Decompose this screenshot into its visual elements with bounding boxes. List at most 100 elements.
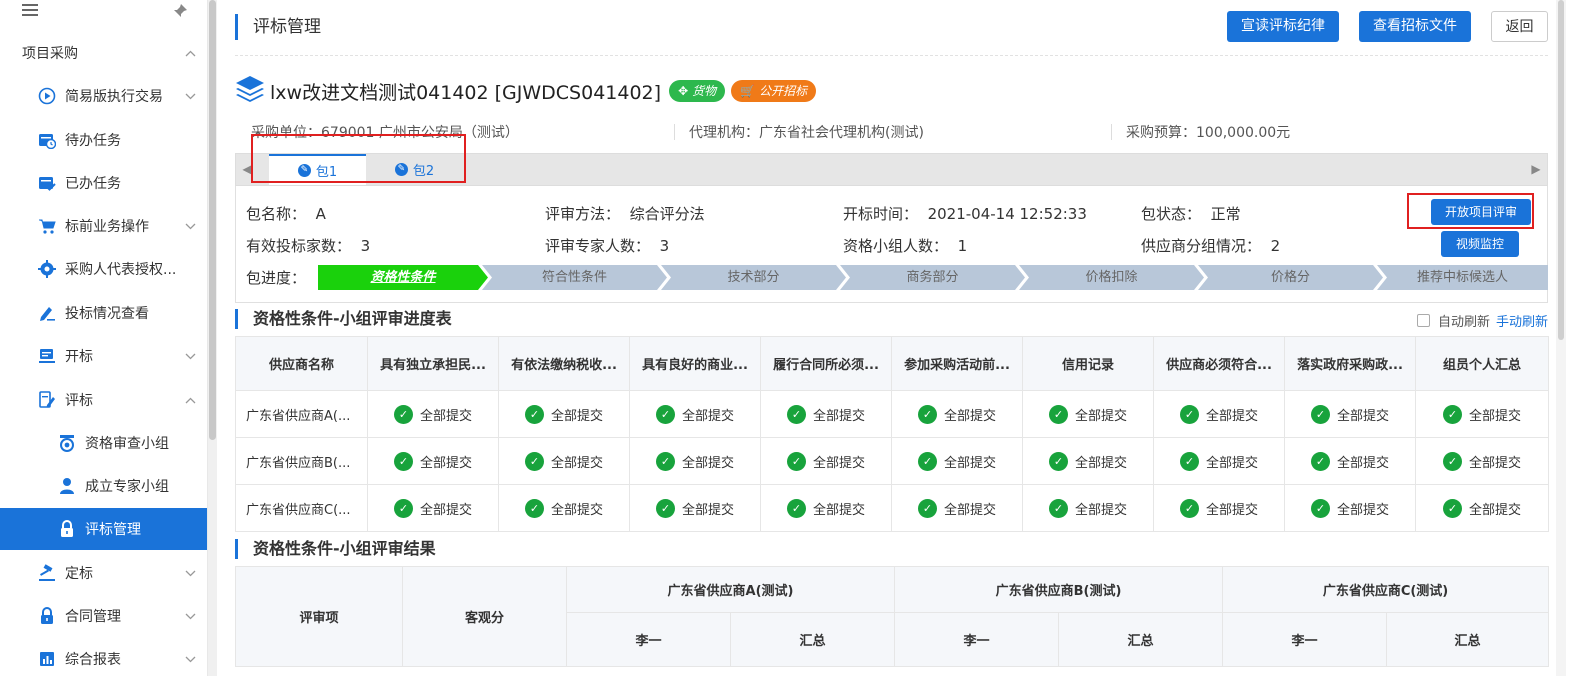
step-3[interactable]: 技术部分 [661,265,846,290]
package-status-value: 正常 [1210,205,1241,223]
sidebar-item-3[interactable]: 已办任务 [0,162,207,204]
sidebar-item-14[interactable]: 综合报表 [0,638,207,676]
back-button[interactable]: 返回 [1491,11,1548,42]
chevron-down-icon[interactable] [185,566,196,580]
check-circle-icon: ✓ [917,404,937,424]
manual-refresh-link[interactable]: 手动刷新 [1496,311,1548,330]
step-4[interactable]: 商务部分 [840,265,1025,290]
progress-col-header: 参加采购活动前... [891,336,1023,391]
status-badge: ✓ 全部提交 [917,404,996,424]
open-time-label: 开标时间： [843,205,919,223]
sidebar-scrollbar[interactable] [208,0,217,676]
review-method: 评审方法： 综合评分法 [545,203,705,224]
status-cell: ✓ 全部提交 [629,484,761,532]
sidebar-item-6[interactable]: 投标情况查看 [0,292,207,334]
progress-col-header: 落实政府采购政... [1284,336,1416,391]
sidebar-item-8[interactable]: 评标 [0,379,207,421]
status-cell: ✓ 全部提交 [1284,437,1416,485]
sidebar-top [0,0,207,26]
check-circle-icon: ✓ [917,451,937,471]
package-info-panel: 包名称： A 评审方法： 综合评分法 开标时间： 2021-04-14 12:5… [235,186,1548,303]
status-cell: ✓ 全部提交 [891,390,1023,438]
step-6[interactable]: 价格分 [1198,265,1383,290]
check-circle-icon: ✓ [1310,498,1330,518]
sidebar-item-0[interactable]: 项目采购 [0,32,207,74]
supplier-grouping-label: 供应商分组情况： [1141,237,1262,255]
status-text: 全部提交 [943,408,996,424]
goods-badge-label: 货物 [692,84,717,98]
status-text: 全部提交 [943,502,996,518]
status-cell: ✓ 全部提交 [367,437,499,485]
cart-icon: 🛒 [740,84,756,98]
public-bid-badge: 🛒 公开招标 [731,80,817,102]
auto-refresh-checkbox[interactable] [1416,313,1430,327]
step-2[interactable]: 符合性条件 [482,265,667,290]
sidebar-item-label: 待办任务 [65,133,121,149]
chevron-down-icon[interactable] [185,609,196,623]
sidebar-item-12[interactable]: 定标 [0,552,207,594]
step-5[interactable]: 价格扣除 [1019,265,1204,290]
check-circle-icon: ✓ [393,451,413,471]
view-tender-doc-button[interactable]: 查看招标文件 [1359,11,1471,42]
sidebar-item-9[interactable]: 资格审查小组 [0,422,207,464]
result-sub-member: 李一 [566,612,731,667]
status-cell: ✓ 全部提交 [760,437,892,485]
status-cell: ✓ 全部提交 [1415,390,1549,438]
status-cell: ✓ 全部提交 [760,484,892,532]
sidebar-item-2[interactable]: 待办任务 [0,119,207,161]
chevron-down-icon[interactable] [185,219,196,233]
step-7[interactable]: 推荐中标候选人 [1377,265,1548,290]
step-1[interactable]: 资格性条件 [318,265,488,290]
chevron-down-icon[interactable] [185,89,196,103]
check-circle-icon: ✓ [1442,451,1462,471]
sidebar-item-label: 资格审查小组 [85,436,169,452]
status-cell: ✓ 全部提交 [1153,484,1285,532]
status-text: 全部提交 [1336,502,1389,518]
progress-col-header: 有依法缴纳税收... [498,336,630,391]
main-scrollbar-thumb[interactable] [1558,0,1564,340]
status-cell: ✓ 全部提交 [891,484,1023,532]
sidebar-item-11[interactable]: 评标管理 [0,508,207,550]
qual-group-count: 资格小组人数： 1 [843,235,967,256]
package-status: 包状态： 正常 [1141,203,1241,224]
chevron-up-icon[interactable] [185,393,196,407]
cart-icon [38,217,56,235]
sidebar-item-1[interactable]: 简易版执行交易 [0,75,207,117]
sidebar-item-4[interactable]: 标前业务操作 [0,205,207,247]
supplier-name-cell: 广东省供应商B(... [235,437,368,485]
status-cell: ✓ 全部提交 [760,390,892,438]
chevron-up-icon[interactable] [185,46,196,60]
monitor-icon [38,347,56,365]
chevron-down-icon[interactable] [185,652,196,666]
sidebar-item-10[interactable]: 成立专家小组 [0,465,207,507]
check-circle-icon: ✓ [393,498,413,518]
status-badge: ✓ 全部提交 [1310,498,1389,518]
tab-scroll-right-icon[interactable]: ▶ [1525,154,1547,185]
status-badge: ✓ 全部提交 [786,451,865,471]
menu-icon[interactable] [22,3,38,21]
progress-col-header: 履行合同所必须... [760,336,892,391]
status-badge: ✓ 全部提交 [1442,404,1521,424]
valid-bidders-label: 有效投标家数： [246,237,352,255]
table-row: 广东省供应商B(... ✓ 全部提交 ✓ 全部提交 ✓ 全部提交 ✓ 全部提交 ✓ 全部提交 ✓ 全部提… [235,437,1549,485]
status-cell: ✓ 全部提交 [1415,484,1549,532]
status-text: 全部提交 [1468,502,1521,518]
sidebar-item-5[interactable]: 采购人代表授权... [0,248,207,290]
sidebar-item-7[interactable]: 开标 [0,335,207,377]
sidebar-item-13[interactable]: 合同管理 [0,595,207,637]
check-circle-icon: ✓ [655,498,675,518]
chevron-down-icon[interactable] [185,349,196,363]
progress-col-header: 信用记录 [1022,336,1154,391]
main-scrollbar[interactable] [1556,0,1566,676]
sidebar-item-label: 合同管理 [65,609,121,625]
calendar-check-icon [38,174,56,192]
status-cell: ✓ 全部提交 [1022,484,1154,532]
video-monitor-button[interactable]: 视频监控 [1441,231,1519,257]
status-badge: ✓ 全部提交 [786,498,865,518]
read-discipline-button[interactable]: 宣读评标纪律 [1227,11,1339,42]
header-divider [235,55,1548,56]
sidebar-scrollbar-thumb[interactable] [209,0,216,440]
status-cell: ✓ 全部提交 [891,437,1023,485]
pin-icon[interactable] [172,3,188,23]
supplier-grouping: 供应商分组情况： 2 [1141,235,1280,256]
